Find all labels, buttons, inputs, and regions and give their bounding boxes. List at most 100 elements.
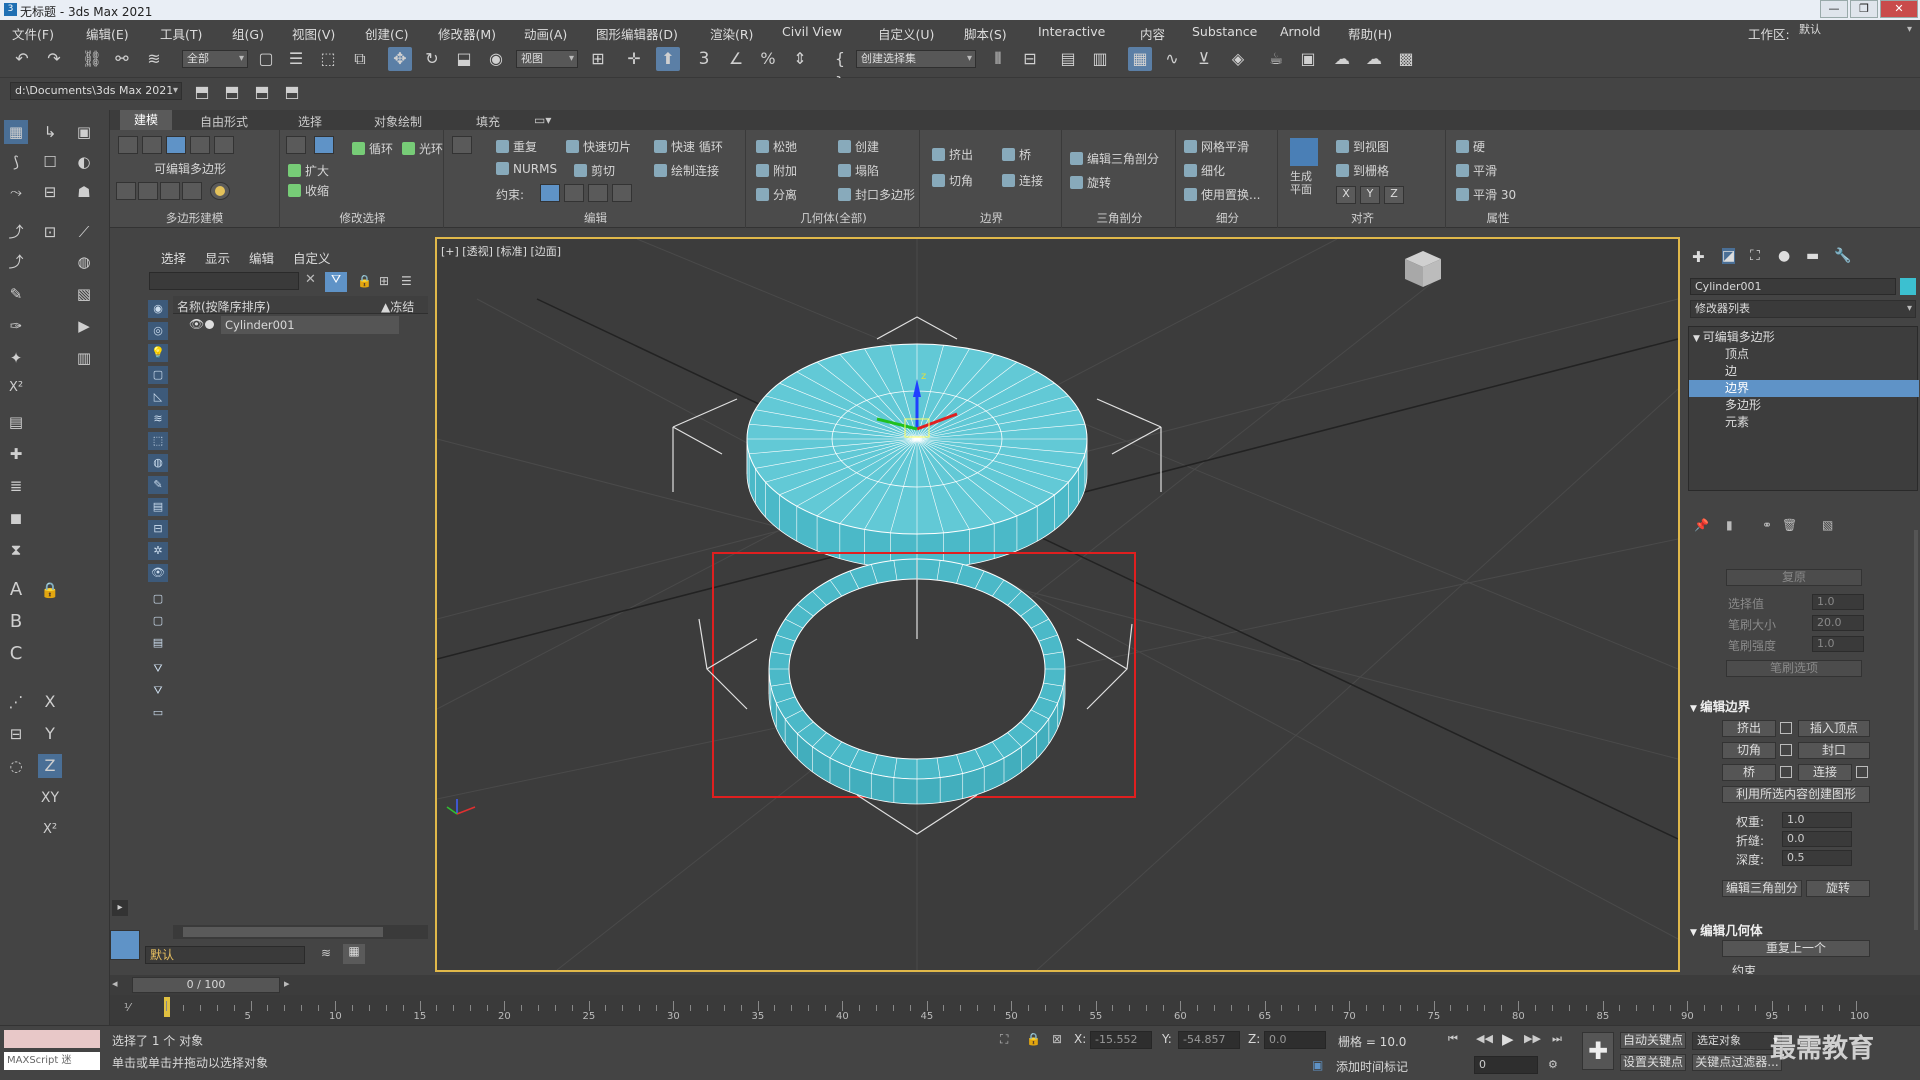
unlink-icon[interactable]: ⚯ xyxy=(110,47,134,71)
selection-filter-dropdown[interactable]: 全部 xyxy=(182,50,248,68)
detach-button[interactable]: 分离 xyxy=(756,186,797,203)
select-move-icon[interactable]: ✥ xyxy=(388,47,412,71)
perspective-viewport[interactable]: [+] [透视] [标准] [边面] z xyxy=(435,237,1680,972)
display-filter-icon[interactable]: 👁 xyxy=(148,564,168,582)
tool-icon[interactable]: ⤳ xyxy=(4,180,28,204)
goto-end-icon[interactable]: ⏭ xyxy=(1552,1032,1562,1046)
relax-button[interactable]: 松弛 xyxy=(756,138,797,155)
configure-sets-icon[interactable]: ▧ xyxy=(1822,518,1833,532)
filter-icon[interactable]: ⛛ xyxy=(325,272,347,292)
reference-icon[interactable]: ⬒ xyxy=(250,80,274,104)
menu-help[interactable]: 帮助(H) xyxy=(1348,24,1392,43)
display-filter-icon[interactable]: ▢ xyxy=(148,590,168,608)
modify-mode-icon[interactable] xyxy=(116,182,136,200)
rect-select-region-icon[interactable]: ⬚ xyxy=(316,47,340,71)
preserve-uv-icon[interactable] xyxy=(210,182,230,200)
sel-icon-b[interactable] xyxy=(314,136,334,154)
stack-item-element[interactable]: 元素 xyxy=(1689,414,1919,431)
brush-size-input[interactable]: 20.0 xyxy=(1812,615,1864,631)
grow-button[interactable]: 扩大 xyxy=(288,162,329,179)
tab-populate[interactable]: 填充 xyxy=(476,113,500,130)
constraint-face-icon[interactable] xyxy=(588,184,608,202)
tool-icon[interactable]: ▥ xyxy=(72,346,96,370)
quickslice-button[interactable]: 快速切片 xyxy=(566,138,631,155)
cap-poly-button[interactable]: 封口多边形 xyxy=(838,186,915,203)
repeat-button[interactable]: 重复 xyxy=(496,138,537,155)
display-filter-icon[interactable]: ✎ xyxy=(148,476,168,494)
undo-icon[interactable]: ↶ xyxy=(10,47,34,71)
chamfer-button[interactable]: 切角 xyxy=(1722,742,1776,759)
object-color-swatch[interactable] xyxy=(1900,278,1916,295)
col-frozen-header[interactable]: ▲冻结 xyxy=(381,298,414,315)
workspace-dropdown[interactable]: 默认 xyxy=(1795,22,1915,40)
maxscript-mini-listener[interactable]: MAXScript 迷 xyxy=(4,1052,100,1070)
nurms-button[interactable]: NURMS xyxy=(496,162,557,176)
minimize-button[interactable]: — xyxy=(1820,0,1848,18)
connect-button[interactable]: 连接 xyxy=(1798,764,1852,781)
preserve-icon[interactable] xyxy=(452,136,472,154)
tab-freeform[interactable]: 自由形式 xyxy=(200,113,248,130)
use-displacement-button[interactable]: 使用置换... xyxy=(1184,186,1260,203)
select-by-name-icon[interactable]: ☰ xyxy=(284,47,308,71)
sel-icon-a[interactable] xyxy=(286,136,306,154)
tool-c-icon[interactable]: C xyxy=(4,642,28,666)
tab-modeling[interactable]: 建模 xyxy=(120,110,173,130)
explorer-options-icon[interactable]: ☰ xyxy=(401,274,412,288)
place-icon[interactable]: ◉ xyxy=(484,47,508,71)
save-file-icon[interactable]: ⬒ xyxy=(220,80,244,104)
constraint-normal-icon[interactable] xyxy=(612,184,632,202)
viewport-layout-icon[interactable] xyxy=(110,930,140,960)
tool-icon[interactable]: ⟋ xyxy=(72,220,96,244)
align-x-button[interactable]: X xyxy=(1336,186,1356,204)
quickloop-button[interactable]: 快速 循环 xyxy=(654,138,723,155)
scene-explorer-toggle-icon[interactable]: ▤ xyxy=(1056,47,1080,71)
explorer-menu-select[interactable]: 选择 xyxy=(161,248,186,267)
menu-graph-editors[interactable]: 图形编辑器(D) xyxy=(596,24,678,43)
display-filter-icon[interactable]: ▤ xyxy=(148,634,168,652)
align-y-button[interactable]: Y xyxy=(1360,186,1380,204)
set-key-button[interactable]: ✚ xyxy=(1582,1032,1614,1070)
utilities-tab-icon[interactable]: 🔧 xyxy=(1834,248,1851,264)
remove-modifier-icon[interactable]: 🗑 xyxy=(1782,518,1797,532)
hierarchy-tab-icon[interactable]: ⛶ xyxy=(1750,248,1760,264)
stack-item-border[interactable]: 边界 xyxy=(1689,380,1919,397)
menu-edit[interactable]: 编辑(E) xyxy=(86,24,129,43)
stack-up-icon[interactable] xyxy=(138,182,158,200)
extrude-settings-icon[interactable] xyxy=(1780,722,1792,734)
chamfer-button[interactable]: 切角 xyxy=(932,172,973,189)
axis-xy-icon[interactable]: XY xyxy=(38,786,62,810)
ribbon-toggle-icon[interactable]: ▦ xyxy=(1128,47,1152,71)
weight-input[interactable]: 1.0 xyxy=(1782,812,1852,828)
expand-icon[interactable]: ▸ xyxy=(112,900,128,916)
tool-icon[interactable]: ✑ xyxy=(4,314,28,338)
object-name-input[interactable]: Cylinder001 xyxy=(1690,278,1896,295)
menu-rendering[interactable]: 渲染(R) xyxy=(710,24,753,43)
select-rotate-icon[interactable]: ↻ xyxy=(420,47,444,71)
tool-icon[interactable]: ▶ xyxy=(72,314,96,338)
display-filter-icon[interactable]: ◍ xyxy=(148,454,168,472)
cap-button[interactable]: 封口 xyxy=(1798,742,1870,759)
display-filter-icon[interactable]: ◎ xyxy=(148,322,168,340)
extrude-button[interactable]: 挤出 xyxy=(932,146,973,163)
tessellate-button[interactable]: 细化 xyxy=(1184,162,1225,179)
close-button[interactable]: ✕ xyxy=(1880,0,1918,18)
meshsmooth-button[interactable]: 网格平滑 xyxy=(1184,138,1249,155)
explorer-search-input[interactable] xyxy=(149,272,299,290)
display-filter-icon[interactable]: ▢ xyxy=(148,612,168,630)
render-setup-icon[interactable]: ☕ xyxy=(1264,47,1288,71)
restore-button[interactable]: 复原 xyxy=(1726,569,1862,586)
absolute-mode-icon[interactable]: ⊠ xyxy=(1052,1032,1062,1046)
tool-icon[interactable]: ⊟ xyxy=(38,180,62,204)
menu-create[interactable]: 创建(C) xyxy=(365,24,408,43)
next-frame-icon[interactable]: ▸ xyxy=(284,977,300,993)
crease-input[interactable]: 0.0 xyxy=(1782,831,1852,847)
clear-search-icon[interactable]: ✕ xyxy=(305,272,321,290)
element-mode-icon[interactable] xyxy=(214,136,234,154)
curve-editor-icon[interactable]: ∿ xyxy=(1160,47,1184,71)
menu-animation[interactable]: 动画(A) xyxy=(524,24,567,43)
hard-button[interactable]: 硬 xyxy=(1456,138,1485,155)
explorer-menu-customize[interactable]: 自定义 xyxy=(293,248,331,267)
ring-button[interactable]: 光环 xyxy=(402,140,443,157)
menu-content[interactable]: 内容 xyxy=(1140,24,1165,43)
edit-triangulation-button[interactable]: 编辑三角剖分 xyxy=(1070,150,1159,167)
